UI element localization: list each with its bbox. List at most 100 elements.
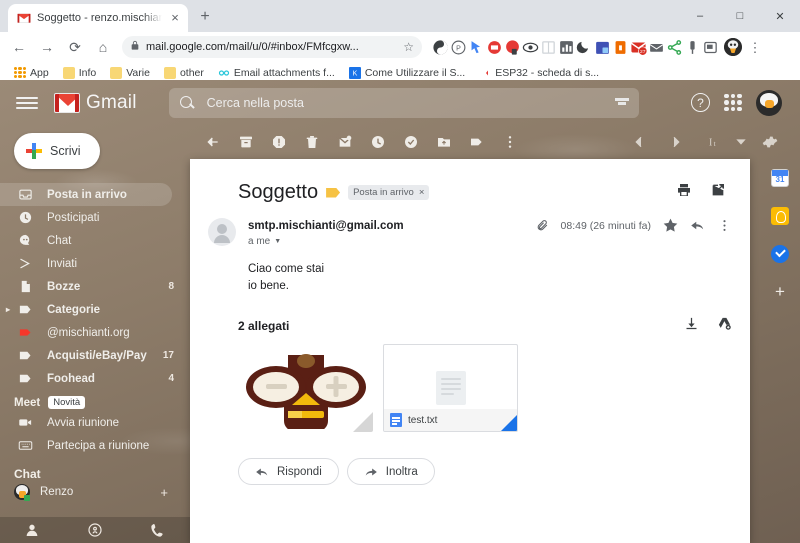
attachment-text-file[interactable]: test.txt — [383, 344, 518, 433]
ext-chart-icon[interactable] — [558, 39, 575, 56]
input-tools-icon[interactable]: It — [696, 127, 729, 157]
status-badge[interactable]: Posta in arrivo × — [348, 185, 430, 200]
chevron-down-icon[interactable]: ▼ — [274, 238, 281, 245]
sidebar-item-categorie[interactable]: ▸ Categorie — [0, 298, 190, 321]
sidebar-item-acquisti-ebay-pay[interactable]: Acquisti/eBay/Pay 17 — [0, 344, 190, 367]
main-menu-icon[interactable] — [16, 92, 38, 114]
maximize-button[interactable]: □ — [720, 0, 760, 32]
keep-icon[interactable] — [771, 207, 789, 225]
ext-pin-icon[interactable] — [684, 39, 701, 56]
minimize-button[interactable]: – — [680, 0, 720, 32]
ext-pinterest-icon[interactable]: P — [450, 39, 467, 56]
previous-message-button[interactable] — [622, 127, 655, 157]
reload-button[interactable]: ⟳ — [62, 34, 88, 60]
move-to-button[interactable] — [427, 127, 460, 157]
sidebar-item-inviati[interactable]: Inviati — [0, 252, 190, 275]
snooze-button[interactable] — [361, 127, 394, 157]
chevron-down-icon[interactable] — [733, 127, 749, 157]
bookmark-come-utilizzare[interactable]: K Come Utilizzare il S... — [343, 65, 471, 81]
chat-contact-renzo[interactable]: Renzo + — [0, 484, 190, 501]
location-icon[interactable] — [87, 522, 103, 538]
google-apps-icon[interactable] — [724, 93, 742, 112]
close-icon[interactable]: × — [419, 187, 425, 198]
address-bar[interactable]: mail.google.com/mail/u/0/#inbox/FMfcgxw.… — [122, 36, 422, 58]
search-bar[interactable]: Cerca nella posta — [168, 87, 639, 118]
close-window-button[interactable]: ✕ — [760, 0, 800, 32]
folder-icon — [110, 66, 123, 79]
sidebar-item-partecipa-riunione[interactable]: Partecipa a riunione — [0, 434, 190, 457]
star-icon[interactable] — [663, 218, 678, 233]
archive-button[interactable] — [229, 127, 262, 157]
more-options-button[interactable] — [493, 127, 526, 157]
ext-cursor-icon[interactable] — [468, 39, 485, 56]
more-vert-icon[interactable] — [717, 218, 732, 233]
sidebar-item-bozze[interactable]: Bozze 8 — [0, 275, 190, 298]
mark-unread-button[interactable] — [328, 127, 361, 157]
bookmark-esp32[interactable]: ESP32 - scheda di s... — [473, 65, 605, 81]
add-to-tasks-button[interactable] — [394, 127, 427, 157]
ext-yin-yang-icon[interactable] — [432, 39, 449, 56]
gmail-header-actions: ? — [691, 89, 790, 116]
reply-button[interactable]: Rispondi — [238, 458, 339, 486]
print-icon[interactable] — [676, 182, 692, 203]
chevron-right-icon[interactable]: ▸ — [6, 305, 10, 314]
download-icon[interactable] — [684, 316, 699, 336]
ext-moon-icon[interactable] — [576, 39, 593, 56]
new-tab-button[interactable]: + — [192, 4, 218, 30]
forward-button[interactable]: Inoltra — [346, 458, 435, 486]
back-button[interactable]: ← — [6, 34, 32, 60]
open-in-new-icon[interactable] — [710, 182, 726, 203]
chrome-menu-icon[interactable]: ⋮ — [747, 41, 763, 54]
bookmark-info[interactable]: Info — [57, 65, 103, 81]
bookmark-star-icon[interactable]: ☆ — [403, 40, 414, 54]
help-icon[interactable]: ? — [691, 93, 710, 112]
bookmark-email-attachments[interactable]: Email attachments f... — [212, 65, 341, 81]
bookmark-other[interactable]: other — [158, 65, 210, 81]
calendar-icon[interactable] — [771, 169, 789, 187]
ext-eye-icon[interactable] — [522, 39, 539, 56]
sidebar-item-posticipati[interactable]: Posticipati — [0, 206, 190, 229]
profile-avatar[interactable] — [724, 38, 742, 56]
settings-gear-icon[interactable] — [753, 127, 786, 157]
browser-tab[interactable]: Soggetto - renzo.mischianti@gm × — [8, 4, 188, 32]
report-spam-button[interactable] — [262, 127, 295, 157]
reply-icon[interactable] — [690, 218, 705, 233]
ext-mail-red-icon[interactable] — [486, 39, 503, 56]
forward-button[interactable]: → — [34, 34, 60, 60]
ext-calendar-blue-icon[interactable] — [594, 39, 611, 56]
phone-icon[interactable] — [150, 522, 166, 538]
labels-button[interactable] — [460, 127, 493, 157]
bookmark-app[interactable]: App — [8, 65, 55, 81]
sidebar-item-avvia-riunione[interactable]: Avvia riunione — [0, 411, 190, 434]
add-chat-icon[interactable]: + — [160, 485, 168, 500]
compose-button[interactable]: Scrivi — [14, 133, 100, 169]
delete-button[interactable] — [295, 127, 328, 157]
next-message-button[interactable] — [659, 127, 692, 157]
reply-icon — [256, 468, 268, 476]
tab-close-icon[interactable]: × — [168, 11, 182, 25]
bookmark-varie[interactable]: Varie — [104, 65, 156, 81]
sidebar-item-mischianti-org[interactable]: @mischianti.org — [0, 321, 190, 344]
attachment-image[interactable] — [238, 344, 373, 433]
sidebar-item-inbox[interactable]: Posta in arrivo — [0, 183, 172, 206]
ext-lock-orange-icon[interactable] — [612, 39, 629, 56]
ext-book-icon[interactable] — [540, 39, 557, 56]
add-to-drive-icon[interactable] — [717, 316, 732, 336]
ext-envelope-grey-icon[interactable] — [648, 39, 665, 56]
tasks-icon[interactable] — [771, 245, 789, 263]
add-app-icon[interactable]: + — [775, 283, 785, 300]
ext-notify-red-icon[interactable] — [504, 39, 521, 56]
account-avatar[interactable] — [756, 89, 782, 116]
home-button[interactable]: ⌂ — [90, 34, 116, 60]
recipient-line[interactable]: a me ▼ — [248, 236, 732, 247]
search-input[interactable]: Cerca nella posta — [207, 96, 603, 110]
sidebar-item-foohead[interactable]: Foohead 4 — [0, 367, 190, 390]
ext-gmail-badge-icon[interactable]: 27 — [630, 39, 648, 56]
back-to-inbox-button[interactable] — [196, 127, 229, 157]
search-options-icon[interactable] — [614, 97, 629, 108]
sidebar-item-chat[interactable]: Chat — [0, 229, 190, 252]
ext-share-icon[interactable] — [666, 39, 683, 56]
ext-window-icon[interactable] — [702, 39, 719, 56]
contacts-icon[interactable] — [24, 522, 40, 538]
gmail-logo[interactable]: Gmail — [54, 92, 137, 114]
